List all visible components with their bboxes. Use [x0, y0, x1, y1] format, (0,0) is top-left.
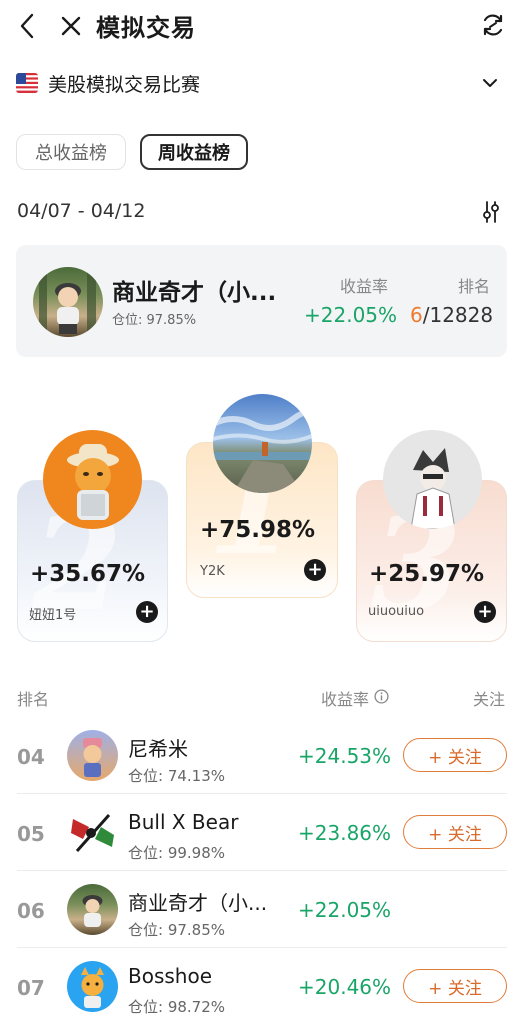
avatar	[67, 884, 118, 935]
my-rank-total: /12828	[422, 303, 494, 327]
close-icon	[61, 16, 81, 36]
row-name: 商业奇才（小...	[128, 891, 268, 915]
competition-selector[interactable]: 美股模拟交易比赛	[16, 66, 506, 100]
chevron-down-icon	[483, 79, 497, 87]
my-rank-number: 6	[410, 303, 423, 327]
row-rank: 05	[17, 822, 45, 846]
list-header-return: 收益率	[321, 690, 370, 709]
row-name: Bosshoe	[128, 964, 213, 988]
page-title: 模拟交易	[96, 14, 196, 42]
avatar	[67, 807, 118, 858]
my-rank-card[interactable]: 商业奇才（小... 仓位: 97.85% 收益率 +22.05% 排名 6/12…	[16, 245, 507, 357]
my-username: 商业奇才（小...	[112, 280, 277, 306]
my-rank-value: 6/12828	[410, 303, 493, 327]
list-item[interactable]: 06 商业奇才（小... 仓位: 97.85% +22.05%	[0, 871, 507, 948]
row-return: +22.05%	[298, 898, 392, 922]
podium-return-3: +25.97%	[369, 561, 485, 587]
podium-name-1: Y2K	[200, 564, 225, 579]
my-return-value: +22.05%	[304, 303, 398, 327]
row-rank: 04	[17, 745, 45, 769]
close-button[interactable]	[54, 8, 88, 44]
avatar	[213, 394, 312, 493]
refresh-button[interactable]	[478, 8, 507, 42]
row-return: +23.86%	[298, 821, 392, 845]
tab-weekly-return[interactable]: 周收益榜	[140, 134, 248, 170]
podium-return-1: +75.98%	[200, 517, 316, 543]
info-icon[interactable]	[374, 689, 389, 704]
list-header-rank: 排名	[17, 690, 50, 709]
sliders-icon	[483, 201, 499, 223]
tab-total-return[interactable]: 总收益榜	[16, 134, 126, 170]
row-return: +20.46%	[298, 975, 392, 999]
follow-button[interactable]: + 关注	[403, 738, 507, 772]
return-label: 收益率	[340, 277, 389, 296]
avatar	[33, 267, 103, 337]
back-button[interactable]	[10, 8, 46, 44]
competition-name: 美股模拟交易比赛	[48, 73, 201, 96]
avatar	[43, 430, 142, 529]
list-item[interactable]: 05 Bull X Bear 仓位: 99.98% +23.86% + 关注	[0, 794, 507, 871]
date-range: 04/07 - 04/12	[17, 200, 146, 222]
row-name: Bull X Bear	[128, 810, 239, 834]
list-header-follow: 关注	[473, 690, 506, 709]
list-item[interactable]: 04 尼希米 仓位: 74.13% +24.53% + 关注	[0, 717, 507, 794]
row-name: 尼希米	[128, 737, 188, 761]
podium-return-2: +35.67%	[30, 561, 146, 587]
refresh-icon	[483, 14, 503, 36]
podium-name-3: uiuouiuo	[368, 604, 425, 619]
chevron-left-icon	[20, 13, 34, 39]
follow-button[interactable]: + 关注	[403, 969, 507, 1003]
row-position: 仓位: 74.13%	[128, 767, 226, 785]
podium-name-2: 妞妞1号	[29, 608, 77, 623]
avatar	[67, 730, 118, 781]
avatar	[67, 961, 118, 1012]
plus-icon[interactable]: +	[474, 601, 496, 623]
row-position: 仓位: 99.98%	[128, 844, 226, 862]
filter-button[interactable]	[478, 198, 504, 226]
row-rank: 07	[17, 976, 45, 1000]
my-position: 仓位: 97.85%	[112, 313, 197, 328]
row-return: +24.53%	[298, 744, 392, 768]
avatar	[383, 430, 482, 529]
list-item[interactable]: 07 Bosshoe 仓位: 98.72% +20.46% + 关注	[0, 948, 507, 1024]
plus-icon[interactable]: +	[304, 559, 326, 581]
row-position: 仓位: 98.72%	[128, 998, 226, 1016]
row-position: 仓位: 97.85%	[128, 921, 226, 939]
rank-label: 排名	[458, 277, 491, 296]
follow-button[interactable]: + 关注	[403, 815, 507, 849]
us-flag-icon	[16, 73, 38, 93]
row-rank: 06	[17, 899, 45, 923]
plus-icon[interactable]: +	[136, 601, 158, 623]
